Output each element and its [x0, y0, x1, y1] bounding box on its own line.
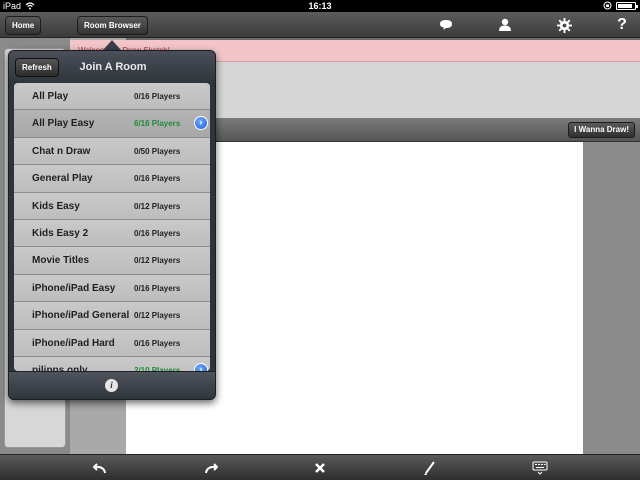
room-player-count: 0/16 Players — [134, 174, 181, 184]
room-player-count: 2/10 Players — [134, 365, 181, 371]
room-name: Kids Easy 2 — [32, 227, 89, 239]
room-name: General Play — [32, 173, 93, 185]
room-name: iPhone/iPad Easy — [32, 282, 116, 294]
room-name: iPhone/iPad Hard — [32, 337, 115, 349]
room-name: All Play — [32, 91, 69, 102]
room-name: pilipps only — [32, 364, 88, 371]
disclosure-arrow-icon[interactable]: › — [194, 116, 208, 131]
room-row[interactable]: pilipps only 2/10 Players › — [14, 356, 210, 371]
room-list[interactable]: All Play 0/16 Players All Play Easy 6/16 Pl… — [14, 83, 210, 371]
bottom-toolbar — [0, 454, 640, 480]
undo-icon[interactable] — [90, 458, 110, 478]
room-player-count: 0/16 Players — [134, 283, 181, 293]
room-row[interactable]: All Play 0/16 Players — [14, 83, 210, 111]
room-name: Movie Titles — [32, 255, 90, 267]
room-name: Chat n Draw — [32, 145, 91, 157]
room-name: All Play Easy — [32, 118, 95, 130]
room-row[interactable]: General Play 0/16 Players — [14, 165, 210, 193]
popover-footer: i — [9, 371, 215, 399]
wanna-draw-button[interactable]: I Wanna Draw! — [568, 122, 635, 138]
room-row[interactable]: All Play Easy 6/16 Players › — [14, 110, 210, 138]
status-bar: iPad 16:13 — [0, 0, 640, 12]
room-row[interactable]: iPhone/iPad Hard 0/16 Players — [14, 329, 210, 357]
clear-icon[interactable] — [310, 458, 330, 478]
room-row[interactable]: Chat n Draw 0/50 Players — [14, 137, 210, 166]
lock-rotation-icon — [603, 1, 612, 9]
room-player-count: 0/16 Players — [134, 228, 181, 238]
right-strip — [583, 142, 640, 454]
room-player-count: 0/12 Players — [134, 311, 181, 321]
disclosure-arrow-icon[interactable]: › — [194, 362, 208, 371]
room-player-count: 0/12 Players — [134, 256, 181, 266]
room-player-count: 0/16 Players — [134, 338, 181, 348]
room-row[interactable]: iPhone/iPad Easy 0/16 Players — [14, 274, 210, 303]
home-button[interactable]: Home — [5, 16, 42, 35]
screen: iPad 16:13 Home Room Browser ? I Wanna D… — [0, 0, 640, 480]
room-row[interactable]: Kids Easy 0/12 Players — [14, 192, 210, 220]
redo-icon[interactable] — [201, 458, 221, 478]
info-icon[interactable]: i — [105, 379, 118, 392]
room-player-count: 6/16 Players — [134, 119, 181, 129]
popover-title: Join A Room — [79, 61, 147, 73]
room-row[interactable]: Kids Easy 2 0/16 Players — [14, 219, 210, 248]
popover-arrow — [103, 40, 121, 50]
room-name: iPhone/iPad General — [32, 310, 130, 322]
help-icon[interactable]: ? — [612, 15, 632, 35]
room-player-count: 0/50 Players — [134, 146, 181, 156]
keyboard-icon[interactable] — [530, 458, 550, 478]
refresh-button[interactable]: Refresh — [15, 58, 59, 77]
room-name: Kids Easy — [32, 200, 80, 212]
room-row[interactable]: Movie Titles 0/12 Players — [14, 247, 210, 275]
gear-icon[interactable] — [554, 15, 574, 35]
room-browser-button[interactable]: Room Browser — [77, 16, 148, 35]
room-player-count: 0/12 Players — [134, 201, 181, 211]
pencil-icon[interactable] — [420, 458, 440, 478]
battery-icon — [616, 2, 638, 10]
status-right — [603, 0, 638, 10]
clock: 16:13 — [308, 1, 332, 11]
join-room-popover: Refresh Join A Room All Play 0/16 Players… — [8, 50, 216, 400]
popover-header: Refresh Join A Room — [9, 51, 215, 83]
top-toolbar: Home Room Browser ? — [0, 12, 640, 38]
person-icon[interactable] — [495, 15, 515, 35]
chat-bubble-icon[interactable] — [436, 15, 456, 35]
room-player-count: 0/16 Players — [134, 92, 181, 101]
room-row[interactable]: iPhone/iPad General 0/12 Players — [14, 302, 210, 330]
